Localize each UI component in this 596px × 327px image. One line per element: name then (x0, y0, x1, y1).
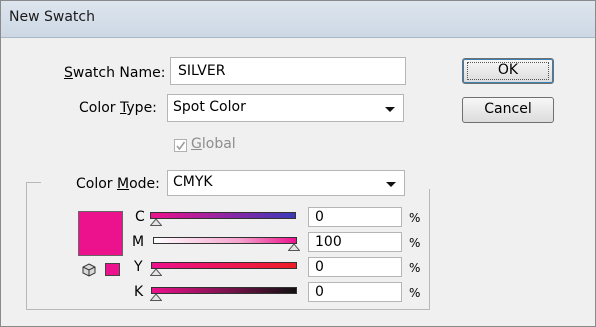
color-type-label: Color Type: (79, 100, 157, 116)
cube-icon (82, 263, 96, 277)
out-of-gamut-swatch[interactable] (105, 263, 120, 276)
channel-k-unit: % (409, 286, 421, 300)
new-swatch-dialog: New Swatch Swatch Name: SILVER Color Typ… (0, 0, 596, 327)
color-type-label-b: ype: (126, 100, 157, 116)
channel-y-unit: % (409, 261, 421, 275)
swatch-name-input[interactable]: SILVER (170, 57, 406, 85)
color-mode-label-b: ode: (129, 176, 160, 192)
title-bar: New Swatch (1, 1, 595, 38)
color-mode-select[interactable]: CMYK (167, 170, 405, 196)
swatch-name-label-rest: watch Name: (72, 65, 166, 81)
slider-thumb-icon[interactable] (150, 269, 162, 276)
channel-c-unit: % (409, 211, 421, 225)
color-mode-label-a: Color (76, 176, 118, 192)
channel-c-slider[interactable] (150, 212, 296, 219)
channel-c-label: C (135, 209, 145, 225)
color-swatch-preview (78, 211, 123, 256)
channel-y-label: Y (134, 259, 143, 275)
slider-thumb-icon[interactable] (288, 244, 300, 251)
slider-thumb-icon[interactable] (150, 294, 162, 301)
channel-k-label: K (134, 284, 144, 300)
global-label-rest: lobal (201, 136, 236, 152)
ok-button[interactable]: OK (462, 58, 554, 84)
color-mode-label: Color Mode: (76, 176, 160, 192)
slider-thumb-icon[interactable] (150, 219, 162, 226)
cancel-button-label: Cancel (484, 101, 532, 117)
channel-m-label: M (132, 234, 145, 250)
channel-m-unit: % (409, 236, 421, 250)
global-checkbox[interactable] (174, 139, 187, 152)
dropdown-arrow-icon (386, 182, 396, 187)
dropdown-arrow-icon (385, 107, 395, 112)
color-mode-value: CMYK (173, 174, 213, 190)
cancel-button[interactable]: Cancel (462, 97, 554, 123)
channel-y-input[interactable]: 0 (308, 257, 402, 277)
color-type-select[interactable]: Spot Color (167, 94, 404, 122)
channel-m-slider[interactable] (153, 237, 297, 244)
color-type-label-a: Color (79, 100, 121, 116)
checkbox-check-icon (176, 141, 186, 151)
channel-y-slider[interactable] (151, 262, 297, 269)
swatch-name-label: Swatch Name: (64, 65, 166, 81)
color-type-value: Spot Color (173, 99, 246, 115)
global-label: Global (191, 136, 236, 152)
channel-k-input[interactable]: 0 (308, 282, 402, 302)
channel-k-slider[interactable] (151, 287, 297, 294)
channel-m-input[interactable]: 100 (308, 232, 402, 252)
dialog-title: New Swatch (9, 9, 95, 25)
focus-ring (467, 62, 549, 80)
channel-c-input[interactable]: 0 (308, 207, 402, 227)
